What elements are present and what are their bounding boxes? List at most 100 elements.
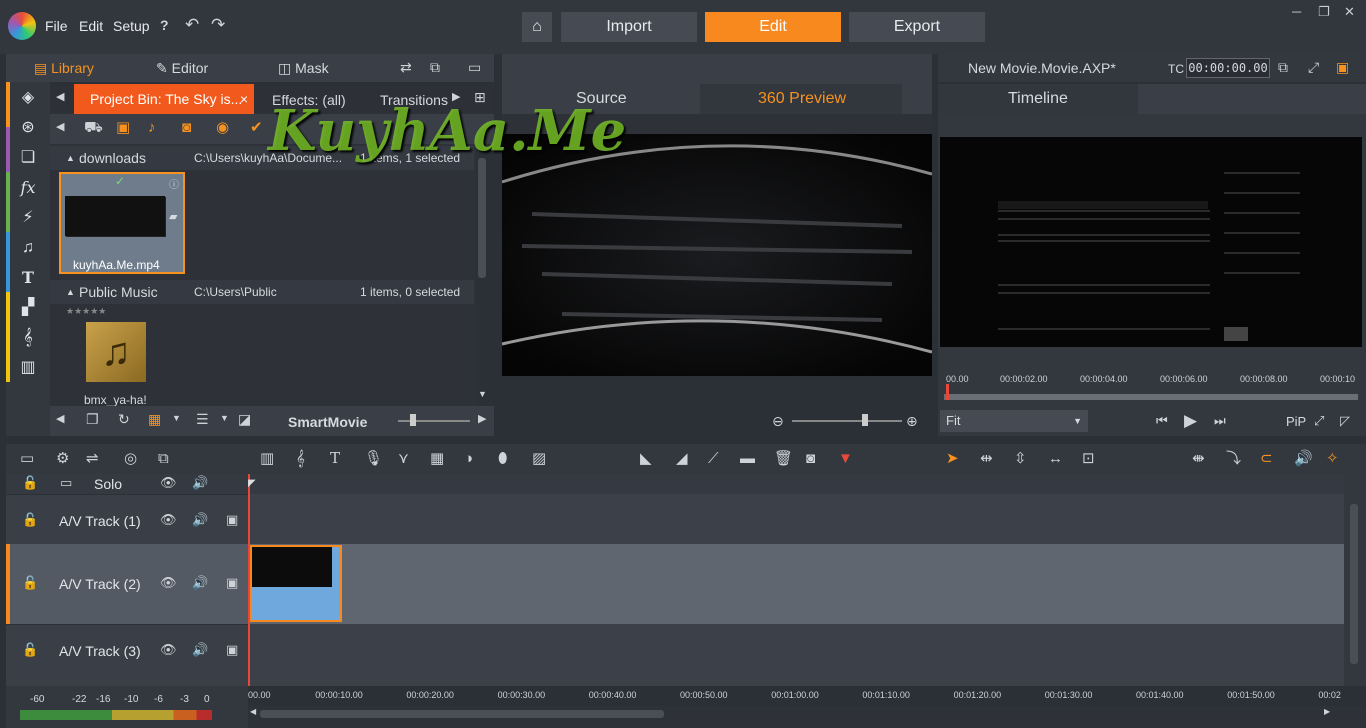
zoom-slider-handle[interactable] <box>410 414 416 426</box>
track-av-1[interactable]: 🔓 A/V Track (1) 👁 🔊 ▣ <box>6 494 248 544</box>
fullscreen-icon[interactable]: ⤢ <box>1314 414 1324 427</box>
tab-mask[interactable]: ◫ Mask <box>278 60 329 77</box>
eye-icon[interactable]: 👁 <box>160 513 177 526</box>
marker-icon[interactable]: ▼ <box>838 451 853 466</box>
scroll-left-icon[interactable]: ◀ <box>56 414 64 425</box>
project-icon[interactable]: ◈ <box>10 84 46 112</box>
zoom-slider[interactable] <box>398 420 470 422</box>
preview-zoom-handle[interactable] <box>862 414 868 426</box>
track-av-2[interactable]: 🔓 A/V Track (2) 👁 🔊 ▣ <box>6 544 248 624</box>
grid-view-icon[interactable]: ▦ <box>148 412 161 426</box>
media-item-video[interactable]: ✓ ⓘ ▰ kuyhAa.Me.mp4 <box>59 172 185 274</box>
trash-icon[interactable]: 🗑 <box>774 451 793 466</box>
lock-icon[interactable]: 🔓 <box>22 643 38 656</box>
scrollbar-thumb[interactable] <box>1350 504 1358 664</box>
fit-icon[interactable]: ⊡ <box>1082 451 1095 466</box>
monitor-icon[interactable]: ▣ <box>226 513 238 526</box>
dropdown-icon[interactable]: ▼ <box>220 414 229 423</box>
lock-icon[interactable]: 🔓 <box>22 576 38 589</box>
eye-icon[interactable]: 👁 <box>160 576 177 589</box>
dropdown-icon[interactable]: ▼ <box>172 414 181 423</box>
magic-wand-icon[interactable]: ✧ <box>1326 451 1339 466</box>
timeline-ruler[interactable]: 00.00 00:00:10.00 00:00:20.00 00:00:30.00 00… <box>248 686 1344 706</box>
gear-icon[interactable]: ⚙ <box>56 451 69 466</box>
viewer-ruler[interactable]: 00.00 00:00:02.00 00:00:04.00 00:00:06.0… <box>940 370 1362 404</box>
scroll-left-icon[interactable]: ◀ <box>56 92 64 103</box>
snap-icon[interactable]: ⊂ <box>1260 451 1273 466</box>
pip-button[interactable]: PiP <box>1286 414 1306 429</box>
score-icon[interactable]: 𝄞 <box>10 324 46 352</box>
timeline-tracks[interactable]: ◤ <box>248 474 1344 686</box>
timecode-field[interactable]: 00:00:00.00 <box>1186 58 1270 78</box>
audio-mixer-icon[interactable]: ▥ <box>260 451 274 466</box>
edit-button[interactable]: Edit <box>705 12 841 42</box>
popout-icon[interactable]: ⤢ <box>1308 60 1319 74</box>
track-settings-icon[interactable]: ▭ <box>20 451 34 466</box>
export-button[interactable]: Export <box>849 12 985 42</box>
rating-stars-icon[interactable]: ★★★★★ <box>66 306 106 317</box>
tab-library[interactable]: ▤ Library <box>34 60 94 77</box>
monitor-icon[interactable]: ▣ <box>226 576 238 589</box>
title-icon[interactable]: T <box>10 264 46 292</box>
home-button[interactable]: ⌂ <box>522 12 552 42</box>
group-header-public-music[interactable]: ▲ Public Music C:\Users\Public 1 items, … <box>50 280 474 304</box>
preview-screen[interactable] <box>502 134 932 376</box>
swap-icon[interactable]: ⇄ <box>400 60 412 74</box>
transition-icon[interactable]: ⋎ <box>398 451 409 466</box>
lock-icon[interactable]: 🔓 <box>22 476 38 489</box>
scroll-right-icon[interactable]: ▶ <box>1324 708 1330 716</box>
disc-icon[interactable]: ◎ <box>124 451 137 466</box>
copy-icon[interactable]: ❐ <box>86 412 99 426</box>
fx-icon[interactable]: fx <box>10 174 46 202</box>
timeline-clip[interactable] <box>250 545 342 622</box>
crop-icon[interactable]: ◸ <box>1340 414 1350 427</box>
vertical-scrollbar[interactable] <box>1344 474 1366 686</box>
collapse-icon[interactable]: ▲ <box>66 146 75 170</box>
smartmovie-button[interactable]: SmartMovie <box>288 414 367 430</box>
title-icon[interactable]: T <box>330 451 340 466</box>
playhead[interactable] <box>248 474 250 686</box>
speaker-icon[interactable]: 🔊 <box>192 643 208 656</box>
monitor-icon[interactable]: ▣ <box>226 643 238 656</box>
split-icon[interactable]: ⇌ <box>86 451 99 466</box>
tab-timeline[interactable]: Timeline <box>1008 90 1068 108</box>
trim-icon[interactable]: ⇹ <box>980 451 993 466</box>
piano-icon[interactable]: ▥ <box>10 354 46 382</box>
fit-dropdown[interactable]: Fit ▼ <box>940 410 1088 432</box>
export-frame-icon[interactable]: ⧉ <box>1278 60 1288 74</box>
horizontal-scrollbar[interactable]: ◀ ▶ <box>248 706 1366 728</box>
track-av-3[interactable]: 🔓 A/V Track (3) 👁 🔊 ▣ <box>6 624 248 676</box>
audio-scrub-icon[interactable]: 🔊 <box>1294 451 1313 466</box>
zoom-out-icon[interactable]: ⊖ <box>772 414 784 428</box>
smartmovie-icon[interactable]: ◪ <box>238 412 251 426</box>
collections-icon[interactable]: ❏ <box>10 144 46 172</box>
layout-icon[interactable]: ▣ <box>1336 60 1349 74</box>
eye-icon[interactable]: 👁 <box>160 643 177 656</box>
marker-out-icon[interactable]: ◢ <box>676 451 688 466</box>
collapse-icon[interactable]: ▲ <box>66 280 75 304</box>
h-scrollbar-thumb[interactable] <box>260 710 664 718</box>
image-icon[interactable]: ▨ <box>532 451 546 466</box>
speaker-icon[interactable]: 🔊 <box>192 576 208 589</box>
close-tab-icon[interactable]: × <box>240 84 248 114</box>
playhead-handle-icon[interactable]: ◤ <box>248 478 256 489</box>
slide-icon[interactable]: ↔ <box>1048 451 1063 466</box>
speaker-icon[interactable]: 🔊 <box>192 476 208 489</box>
speaker-icon[interactable]: 🔊 <box>192 513 208 526</box>
insert-icon[interactable]: ⤵ <box>1226 451 1241 466</box>
color-icon[interactable]: ◑ <box>464 451 473 466</box>
reel-icon[interactable]: ⊛ <box>10 114 46 142</box>
magnet-icon[interactable]: ⇼ <box>1192 451 1205 466</box>
montage-icon[interactable]: ▦ <box>430 451 444 466</box>
preview-zoom-slider[interactable] <box>792 420 902 422</box>
photo-filter-icon[interactable]: ◙ <box>182 120 191 135</box>
next-frame-icon[interactable]: ⏭ <box>1214 414 1226 427</box>
restore-icon[interactable]: ❐ <box>1318 4 1330 20</box>
checked-filter-icon[interactable]: ✔ <box>250 120 263 135</box>
music-thumbnail-icon[interactable]: ♫ <box>86 322 146 382</box>
zoom-in-icon[interactable]: ⊕ <box>906 414 918 428</box>
audio-filter-icon[interactable]: ♪ <box>148 120 156 135</box>
add-folder-icon[interactable]: ⛟ <box>84 120 103 135</box>
voiceover-icon[interactable]: 🎙 <box>364 451 383 466</box>
back-icon[interactable]: ◀ <box>56 122 64 133</box>
